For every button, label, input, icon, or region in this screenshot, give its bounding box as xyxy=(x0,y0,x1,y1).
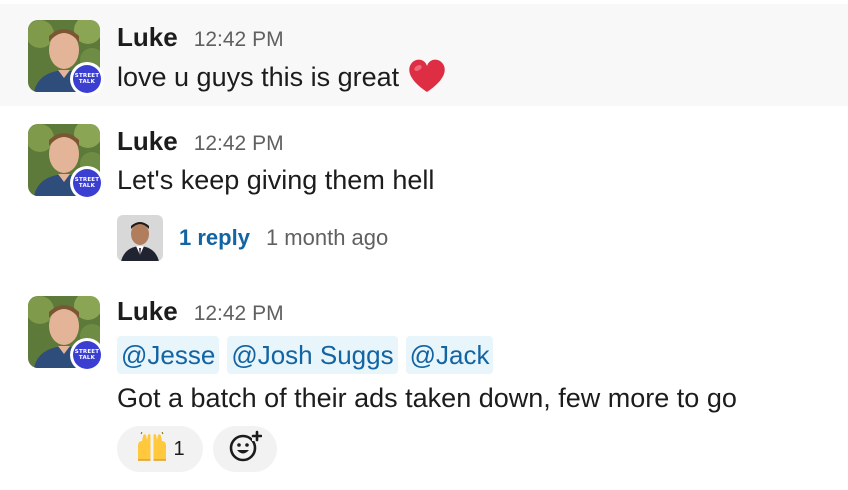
workspace-badge: STREET TALK xyxy=(70,338,104,372)
message-text: love u guys this is great xyxy=(117,58,447,103)
message-timestamp[interactable]: 12:42 PM xyxy=(194,302,284,326)
mention-jack[interactable]: @Jack xyxy=(405,336,494,374)
last-reply-time: 1 month ago xyxy=(265,225,389,250)
workspace-badge: STREET TALK xyxy=(70,166,104,200)
author-avatar[interactable]: STREET TALK xyxy=(28,20,104,96)
author-name[interactable]: Luke xyxy=(117,126,178,157)
reaction-raising-hands[interactable]: 1 xyxy=(117,426,203,472)
red-heart-emoji-icon xyxy=(407,58,447,103)
reaction-count: 1 xyxy=(173,437,185,460)
author-name[interactable]: Luke xyxy=(117,22,178,53)
mention-josh-suggs[interactable]: @Josh Suggs xyxy=(227,336,398,374)
raising-hands-emoji-icon xyxy=(135,430,169,467)
message-text: Got a batch of their ads taken down, few… xyxy=(117,383,737,413)
message-text: Let's keep giving them hell xyxy=(117,165,435,195)
mention-list: @Jesse @Josh Suggs @Jack xyxy=(117,336,737,374)
message-2[interactable]: STREET TALK Luke 12:42 PM Let's keep giv… xyxy=(0,106,848,272)
author-avatar[interactable]: STREET TALK xyxy=(28,124,104,200)
add-reaction-icon xyxy=(228,430,263,469)
workspace-badge: STREET TALK xyxy=(70,62,104,96)
author-avatar[interactable]: STREET TALK xyxy=(28,296,104,372)
reply-author-avatar xyxy=(117,215,163,261)
mention-jesse[interactable]: @Jesse xyxy=(117,336,220,374)
reply-count-link[interactable]: 1 reply xyxy=(179,225,250,251)
message-timestamp[interactable]: 12:42 PM xyxy=(194,132,284,156)
message-timestamp[interactable]: 12:42 PM xyxy=(194,28,284,52)
author-name[interactable]: Luke xyxy=(117,296,178,327)
message-1[interactable]: STREET TALK Luke 12:42 PM love u guys th… xyxy=(0,4,848,106)
message-3[interactable]: STREET TALK Luke 12:42 PM @Jesse @Josh S… xyxy=(0,272,848,490)
thread-summary[interactable]: 1 reply 1 month ago xyxy=(117,214,388,262)
add-reaction-button[interactable] xyxy=(213,426,277,472)
